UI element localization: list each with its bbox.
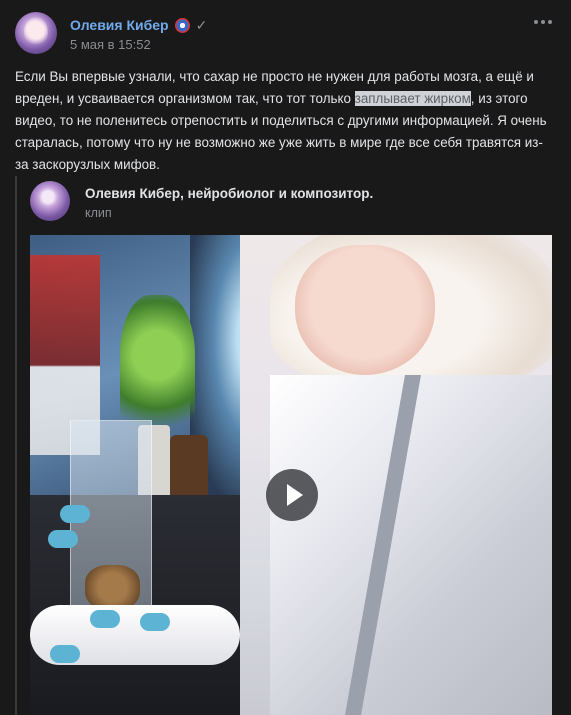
repost-type-label: клип bbox=[85, 206, 112, 220]
post-header: Олевия Кибер ✓ 5 мая в 15:52 bbox=[15, 12, 556, 56]
author-row: Олевия Кибер ✓ bbox=[70, 15, 207, 35]
more-dots-icon[interactable] bbox=[534, 20, 552, 24]
author-name[interactable]: Олевия Кибер bbox=[70, 17, 169, 33]
repost-divider bbox=[15, 176, 17, 715]
author-avatar[interactable] bbox=[15, 12, 57, 54]
repost: Олевия Кибер, нейробиолог и композитор. … bbox=[15, 176, 556, 715]
repost-author-name[interactable]: Олевия Кибер, нейробиолог и композитор. bbox=[85, 186, 373, 201]
play-icon[interactable] bbox=[266, 469, 318, 521]
post-text: Если Вы впервые узнали, что сахар не про… bbox=[15, 66, 556, 176]
post-text-highlight: заплывает жирком bbox=[354, 91, 471, 106]
video-glove-fingertip bbox=[60, 505, 90, 523]
video-glove-fingertip bbox=[140, 613, 170, 631]
post: Олевия Кибер ✓ 5 мая в 15:52 Если Вы впе… bbox=[0, 0, 571, 715]
video-glove-fingertip bbox=[50, 645, 80, 663]
captain-shield-icon bbox=[174, 17, 190, 33]
post-date[interactable]: 5 мая в 15:52 bbox=[70, 37, 151, 52]
video-person-face bbox=[295, 245, 435, 375]
video-nuts bbox=[85, 565, 140, 610]
video-glove-fingertip bbox=[48, 530, 78, 548]
video-player[interactable] bbox=[30, 235, 552, 715]
repost-author-avatar[interactable] bbox=[30, 181, 70, 221]
video-glove-fingertip bbox=[90, 610, 120, 628]
check-icon: ✓ bbox=[195, 17, 208, 33]
